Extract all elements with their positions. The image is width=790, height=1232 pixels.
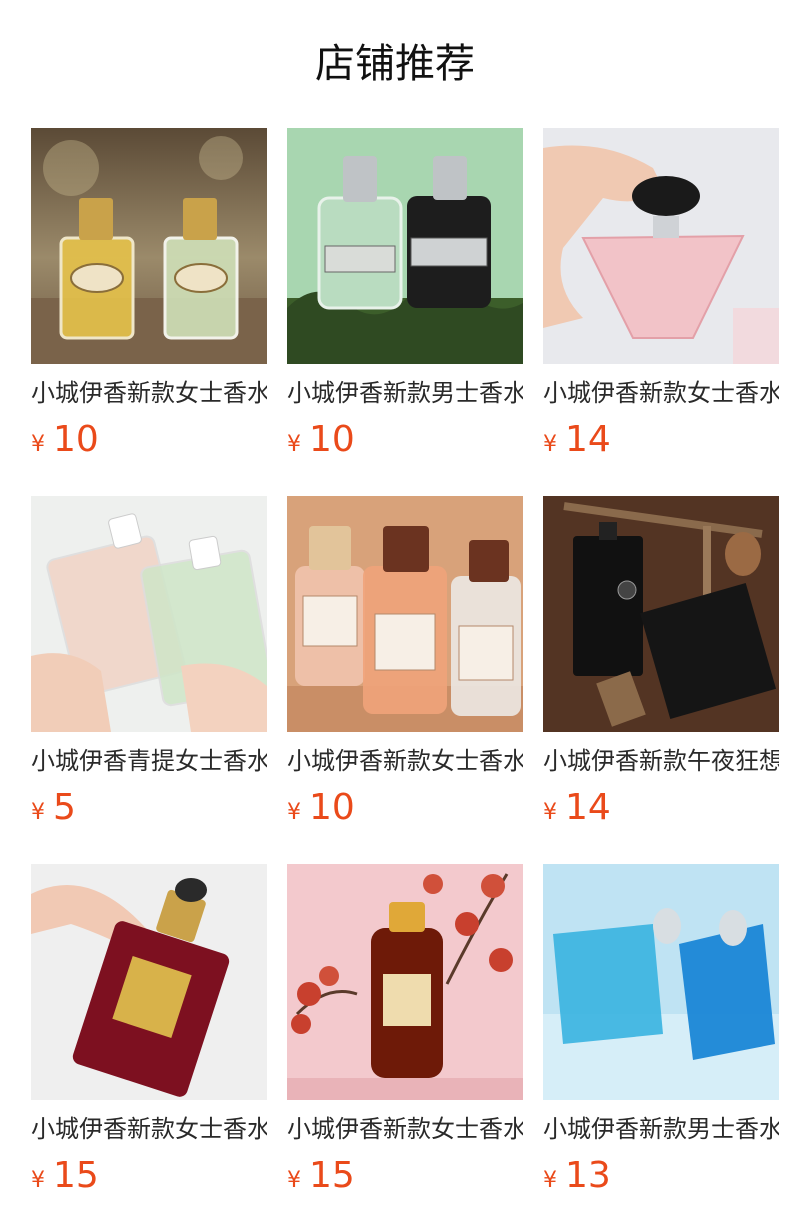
product-price: ¥10	[287, 420, 523, 460]
currency-symbol: ¥	[31, 800, 45, 825]
product-name[interactable]: 小城伊香青提女士香水	[31, 746, 267, 776]
product-name[interactable]: 小城伊香新款男士香水	[543, 1114, 779, 1144]
product-price: ¥13	[543, 1156, 779, 1196]
product-name[interactable]: 小城伊香新款女士香水	[287, 746, 523, 776]
product-price: ¥15	[287, 1156, 523, 1196]
price-value: 10	[309, 787, 355, 828]
price-value: 10	[53, 419, 99, 460]
product-price: ¥14	[543, 788, 779, 828]
currency-symbol: ¥	[31, 432, 45, 457]
product-price: ¥10	[31, 420, 267, 460]
price-value: 14	[565, 787, 611, 828]
product-card[interactable]: 小城伊香青提女士香水 ¥5	[31, 496, 267, 864]
product-card[interactable]: 小城伊香新款男士香水 ¥13	[543, 864, 779, 1232]
product-card[interactable]: 小城伊香新款男士香水 ¥10	[287, 128, 523, 496]
product-image[interactable]	[31, 128, 267, 364]
currency-symbol: ¥	[543, 800, 557, 825]
price-value: 14	[565, 419, 611, 460]
product-image[interactable]	[543, 864, 779, 1100]
page-title: 店铺推荐	[315, 41, 475, 87]
product-image[interactable]	[543, 496, 779, 732]
currency-symbol: ¥	[287, 432, 301, 457]
price-value: 13	[565, 1155, 611, 1196]
product-price: ¥10	[287, 788, 523, 828]
product-price: ¥14	[543, 420, 779, 460]
product-grid: 小城伊香新款女士香水 ¥10 小城伊香新款男士香水 ¥10 小城伊香新款女士香水…	[31, 128, 779, 1232]
product-image[interactable]	[287, 864, 523, 1100]
price-value: 15	[309, 1155, 355, 1196]
product-image[interactable]	[287, 496, 523, 732]
product-name[interactable]: 小城伊香新款女士香水	[543, 378, 779, 408]
currency-symbol: ¥	[543, 1168, 557, 1193]
product-image[interactable]	[31, 864, 267, 1100]
currency-symbol: ¥	[287, 1168, 301, 1193]
currency-symbol: ¥	[31, 1168, 45, 1193]
price-value: 10	[309, 419, 355, 460]
product-card[interactable]: 小城伊香新款女士香水 ¥14	[543, 128, 779, 496]
product-card[interactable]: 小城伊香新款女士香水 ¥10	[31, 128, 267, 496]
product-name[interactable]: 小城伊香新款男士香水	[287, 378, 523, 408]
product-card[interactable]: 小城伊香新款女士香水 ¥10	[287, 496, 523, 864]
price-value: 5	[53, 787, 76, 828]
product-name[interactable]: 小城伊香新款女士香水	[31, 1114, 267, 1144]
product-price: ¥5	[31, 788, 267, 828]
product-image[interactable]	[31, 496, 267, 732]
product-card[interactable]: 小城伊香新款女士香水 ¥15	[31, 864, 267, 1232]
currency-symbol: ¥	[543, 432, 557, 457]
product-name[interactable]: 小城伊香新款女士香水	[31, 378, 267, 408]
price-value: 15	[53, 1155, 99, 1196]
product-name[interactable]: 小城伊香新款女士香水	[287, 1114, 523, 1144]
product-price: ¥15	[31, 1156, 267, 1196]
product-name[interactable]: 小城伊香新款午夜狂想	[543, 746, 779, 776]
currency-symbol: ¥	[287, 800, 301, 825]
product-card[interactable]: 小城伊香新款女士香水 ¥15	[287, 864, 523, 1232]
product-image[interactable]	[287, 128, 523, 364]
product-image[interactable]	[543, 128, 779, 364]
product-card[interactable]: 小城伊香新款午夜狂想 ¥14	[543, 496, 779, 864]
